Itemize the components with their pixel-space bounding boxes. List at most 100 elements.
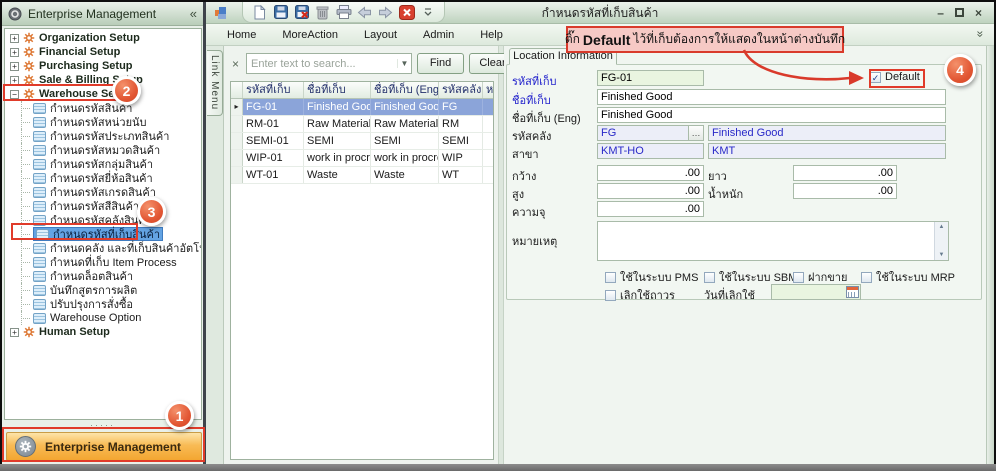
menu-layout[interactable]: Layout: [351, 24, 410, 46]
tree-item[interactable]: Warehouse Option: [5, 311, 201, 325]
find-button[interactable]: Find: [417, 53, 464, 74]
close-button[interactable]: ×: [975, 7, 982, 19]
location-name-field[interactable]: [597, 89, 946, 105]
tree-group-label: Purchasing Setup: [39, 60, 133, 72]
warehouse-name-field[interactable]: [708, 125, 946, 141]
mrp-checkbox[interactable]: ใช้ในระบบ MRP: [861, 268, 955, 286]
new-document-button[interactable]: [251, 4, 268, 21]
expand-icon[interactable]: +: [10, 62, 19, 71]
menu-moreaction[interactable]: MoreAction: [269, 24, 351, 46]
cell: WIP: [439, 150, 483, 166]
table-row[interactable]: SEMI-01 SEMI SEMI SEMI: [231, 133, 493, 150]
menu-admin[interactable]: Admin: [410, 24, 467, 46]
checkbox-icon[interactable]: [861, 272, 872, 283]
menu-home[interactable]: Home: [214, 24, 269, 46]
list-icon: [33, 145, 46, 156]
calendar-icon[interactable]: [846, 286, 859, 298]
pms-checkbox-label: ใช้ในระบบ PMS: [620, 268, 698, 286]
cell: FG-01: [243, 99, 304, 115]
list-icon: [33, 257, 46, 268]
branch-code-field[interactable]: [597, 143, 704, 159]
checkbox-icon[interactable]: [605, 290, 616, 301]
toolbar-overflow-button[interactable]: [419, 4, 436, 21]
grid-column-header[interactable]: ชื่อที่เก็บ: [304, 82, 371, 98]
discontinue-date-label: วันที่เลิกใช้: [704, 286, 774, 304]
capacity-field[interactable]: [597, 201, 704, 217]
search-close-icon[interactable]: ×: [230, 57, 241, 71]
tree-group-purchasing-setup[interactable]: + Purchasing Setup: [5, 59, 201, 73]
cell: Waste: [371, 167, 439, 183]
warehouse-code-lookup: …: [597, 125, 704, 141]
cell: Waste: [304, 167, 371, 183]
cell: work in procress: [304, 150, 371, 166]
scroll-down-icon[interactable]: ▼: [939, 252, 945, 258]
pms-checkbox[interactable]: ใช้ในระบบ PMS: [605, 268, 698, 286]
close-form-button[interactable]: [398, 4, 415, 21]
location-name-label: ชื่อที่เก็บ: [512, 91, 598, 109]
next-record-button[interactable]: [377, 4, 394, 21]
grid-column-header[interactable]: หมายเหตุ: [483, 82, 493, 98]
height-field[interactable]: [597, 183, 704, 199]
expand-icon[interactable]: +: [10, 48, 19, 57]
location-name-eng-field[interactable]: [597, 107, 946, 123]
gear-icon: [23, 32, 35, 44]
search-input[interactable]: [247, 58, 397, 70]
discontinue-date-field: [771, 284, 861, 300]
cell: [483, 167, 493, 183]
link-menu-tab[interactable]: Link Menu: [207, 50, 223, 116]
cell: Raw Material: [304, 116, 371, 132]
grid-column-header[interactable]: รหัสที่เก็บ: [243, 82, 304, 98]
tree-item[interactable]: ปรับปรุงการสั่งซื้อ: [5, 297, 201, 311]
warehouse-code-label: รหัสคลัง: [512, 127, 598, 145]
expand-icon[interactable]: +: [10, 328, 19, 337]
chevron-down-icon[interactable]: ▼: [397, 59, 411, 68]
tree-group-organization-setup[interactable]: + Organization Setup: [5, 31, 201, 45]
minimize-button[interactable]: –: [937, 7, 944, 19]
cell: [483, 133, 493, 149]
maximize-button[interactable]: [955, 8, 964, 17]
tree-group-human-setup[interactable]: + Human Setup: [5, 325, 201, 339]
weight-field[interactable]: [793, 183, 897, 199]
scroll-up-icon[interactable]: ▲: [939, 224, 945, 230]
callout-text: ติ๊ก: [565, 30, 580, 49]
table-row[interactable]: WIP-01 work in procress work in procress…: [231, 150, 493, 167]
grid-column-header[interactable]: ชื่อที่เก็บ (Eng): [371, 82, 439, 98]
print-button[interactable]: [335, 4, 352, 21]
length-field[interactable]: [793, 165, 897, 181]
warehouse-code-field[interactable]: [598, 126, 688, 140]
grid-column-header[interactable]: รหัสคลัง: [439, 82, 483, 98]
save-button[interactable]: [272, 4, 289, 21]
discontinued-checkbox[interactable]: เลิกใช้ถาวร: [605, 286, 675, 304]
table-row-selected[interactable]: ▸ FG-01 Finished Good Finished Good FG: [231, 99, 493, 116]
table-row[interactable]: WT-01 Waste Waste WT: [231, 167, 493, 184]
delete-button[interactable]: [314, 4, 331, 21]
checkbox-icon[interactable]: [704, 272, 715, 283]
checkbox-icon[interactable]: [605, 272, 616, 283]
sidebar-collapse-icon[interactable]: «: [190, 6, 197, 21]
grid-header-row: รหัสที่เก็บ ชื่อที่เก็บ ชื่อที่เก็บ (Eng…: [231, 82, 493, 99]
menu-help[interactable]: Help: [467, 24, 516, 46]
previous-record-button[interactable]: [356, 4, 373, 21]
ribbon-collapse-icon[interactable]: »: [974, 31, 988, 38]
checkbox-icon[interactable]: [793, 272, 804, 283]
tree-group-financial-setup[interactable]: + Financial Setup: [5, 45, 201, 59]
list-icon: [33, 243, 46, 254]
cell: [483, 99, 493, 115]
tree-group-label: Financial Setup: [39, 46, 120, 58]
cell: Finished Good: [371, 99, 439, 115]
table-row[interactable]: RM-01 Raw Material Raw Material RM: [231, 116, 493, 133]
width-field[interactable]: [597, 165, 704, 181]
discontinue-date-input[interactable]: [772, 286, 846, 298]
cell: SEMI-01: [243, 133, 304, 149]
remark-field[interactable]: ▲ ▼: [597, 221, 949, 261]
branch-name-field[interactable]: [708, 143, 946, 159]
scrollbar[interactable]: ▲ ▼: [934, 222, 948, 260]
expand-icon[interactable]: +: [10, 34, 19, 43]
location-code-field[interactable]: [597, 70, 704, 86]
list-icon: [33, 173, 46, 184]
length-label: ยาว: [708, 167, 788, 185]
lookup-ellipsis-button[interactable]: …: [688, 126, 703, 140]
annotation-badge-2: 2: [112, 76, 141, 105]
row-indicator: [231, 150, 243, 166]
save-delete-button[interactable]: [293, 4, 310, 21]
